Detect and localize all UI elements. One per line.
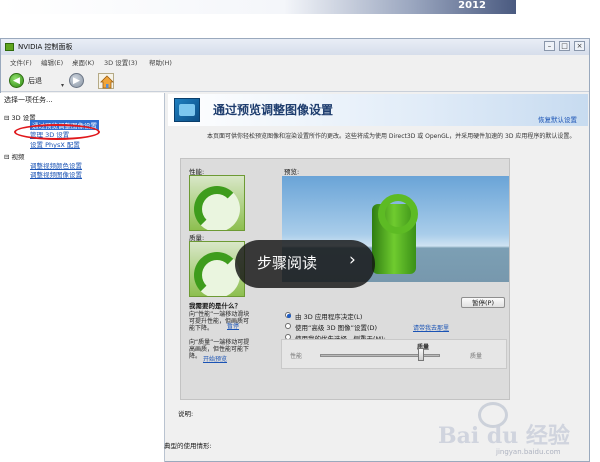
chevron-right-icon: › (349, 250, 356, 270)
nvidia-logo-ring (378, 194, 418, 234)
radio-app-controlled-label[interactable]: 由 3D 应用程序决定(L) (295, 311, 362, 321)
watermark-text: Bai du 经验 (438, 423, 570, 449)
page-header-icon (174, 98, 200, 122)
page-header: 通过预览调整图像设置 恢复默认设置 (168, 94, 588, 126)
menu-desktop[interactable]: 桌面(K) (72, 57, 94, 67)
description-label: 说明: (178, 410, 194, 418)
back-arrow-icon: ◀ (9, 73, 24, 88)
quality-slider-group: 质量 性能 质量 (281, 339, 507, 369)
tree-item-video-image[interactable]: 调整视频图像设置 (30, 169, 82, 179)
slider-performance-end-label: 性能 (290, 353, 303, 360)
tree-item-physx-config[interactable]: 设置 PhysX 配置 (30, 139, 80, 149)
back-button[interactable]: ◀ 后退 ▾ (9, 73, 64, 89)
menu-file[interactable]: 文件(F) (10, 57, 32, 67)
back-dropdown-icon[interactable]: ▾ (61, 82, 64, 89)
forward-arrow-icon[interactable]: ▶ (69, 73, 84, 88)
quality-slider-thumb[interactable] (417, 348, 424, 361)
page-description: 本页面可供你轻松预览图像和渲染设置所作的更改。这些将成为使用 Direct3D … (207, 133, 576, 140)
nvidia-eye-icon (194, 252, 240, 296)
menu-edit[interactable]: 编辑(E) (41, 57, 63, 67)
restore-defaults-link[interactable]: 恢复默认设置 (538, 114, 577, 124)
preview-label: 预览: (284, 168, 300, 176)
banner-year: 2012 (458, 0, 486, 11)
slider-quality-end-label: 质量 (470, 353, 483, 360)
task-pane-header: 选择一项任务... (4, 96, 53, 104)
tree-category-video[interactable]: ⊟ 视频 (4, 151, 25, 161)
monitor-icon (179, 104, 195, 116)
title-bar[interactable]: NVIDIA 控制面板 – □ × (1, 39, 589, 55)
radio-advanced-settings[interactable] (285, 323, 291, 329)
menu-bar: 文件(F) 编辑(E) 桌面(K) 3D 设置(3) 帮助(H) (1, 56, 589, 68)
menu-3d-settings[interactable]: 3D 设置(3) (104, 57, 137, 67)
back-label: 后退 (28, 77, 42, 85)
task-pane: 选择一项任务... ⊟ 3D 设置 通过预览调整图像设置 管理 3D 设置 设置… (0, 93, 165, 462)
page-title: 通过预览调整图像设置 (213, 103, 334, 117)
nvidia-logo-icon (5, 43, 14, 51)
help-text-performance: 向“性能”一端移动滑块可提升性能，但画质可能下降。 (189, 311, 250, 332)
overlay-text: 步骤阅读 (257, 254, 318, 272)
advanced-settings-link[interactable]: 请带我去那里 (413, 323, 449, 332)
minimize-button[interactable]: – (544, 41, 555, 51)
watermark-url: jingyan.baidu.com (496, 448, 561, 456)
baidu-watermark: Bai du 经验 jingyan.baidu.com (438, 402, 596, 460)
red-highlight-ellipse (14, 124, 100, 140)
radio-app-controlled[interactable] (285, 312, 291, 318)
maximize-button[interactable]: □ (559, 41, 570, 51)
close-button[interactable]: × (574, 41, 585, 51)
pause-link[interactable]: 暂停 (227, 321, 239, 330)
performance-thumbnail (189, 175, 245, 231)
step-reading-overlay[interactable]: 步骤阅读 › (235, 240, 375, 288)
start-preview-link[interactable]: 开始预览 (203, 354, 227, 363)
top-banner-photo: 2012 (0, 0, 516, 14)
nvidia-eye-icon (194, 186, 240, 230)
window-title: NVIDIA 控制面板 (18, 43, 73, 51)
help-title: 我需要的是什么？ (189, 302, 241, 310)
pause-button[interactable]: 暂停(P) (461, 297, 505, 308)
typical-usage-label: 典型的使用情形: (164, 442, 212, 450)
home-icon[interactable] (98, 73, 114, 89)
menu-help[interactable]: 帮助(H) (149, 57, 172, 67)
toolbar: ◀ 后退 ▾ ▶ (1, 70, 589, 92)
radio-advanced-settings-label[interactable]: 使用“高级 3D 图像”设置(D) (295, 322, 377, 332)
